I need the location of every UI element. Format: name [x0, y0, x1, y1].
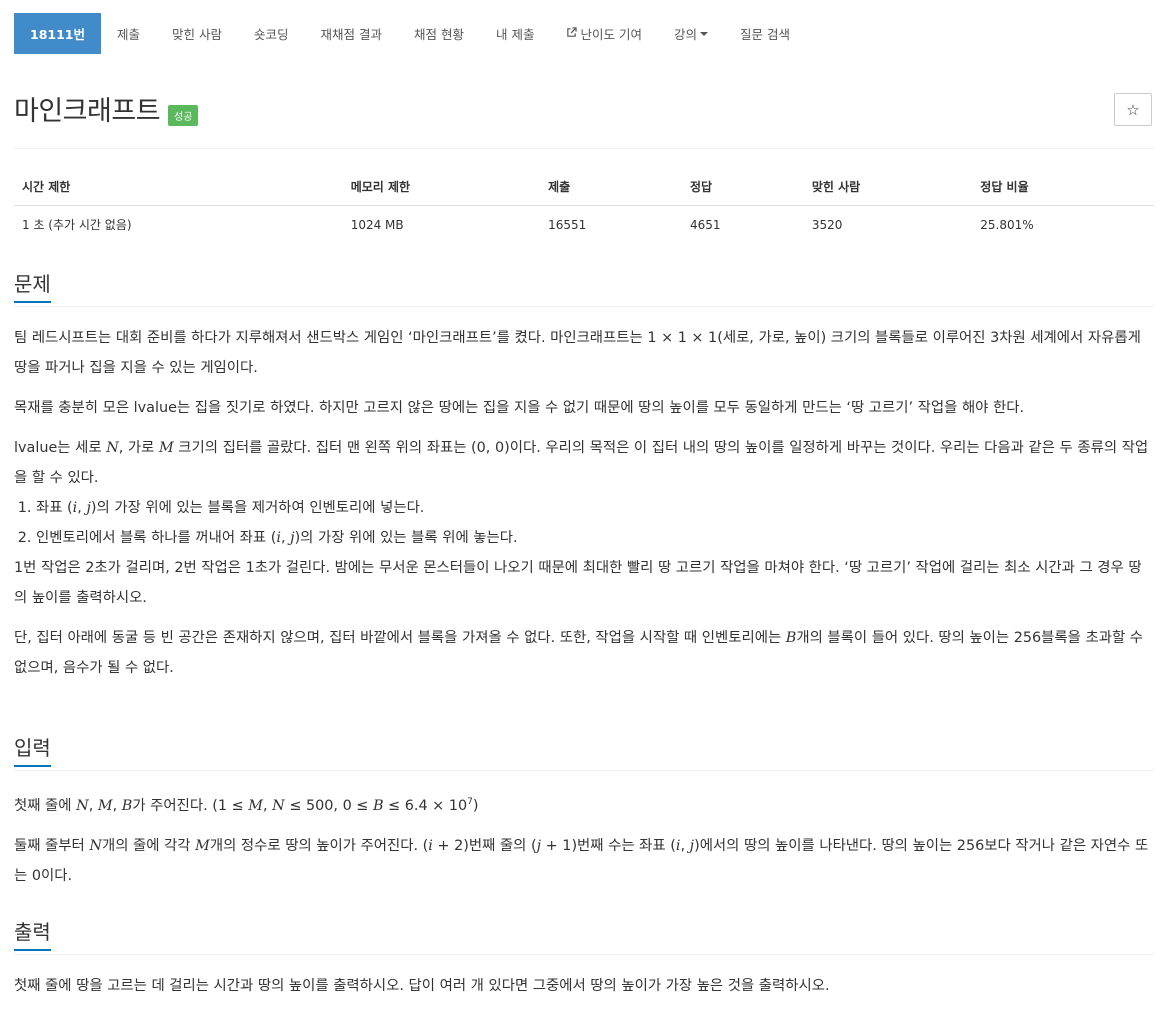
problem-title-row: 마인크래프트 성공 [14, 92, 199, 132]
header-memory-limit: 메모리 제한 [342, 172, 541, 206]
nav-tab-rejudge[interactable]: 재채점 결과 [305, 13, 398, 54]
operation-list: 좌표 (i, j)의 가장 위에 있는 블록을 제거하여 인벤토리에 넣는다. … [14, 493, 1154, 553]
problem-info-table: 시간 제한 메모리 제한 제출 정답 맞힌 사람 정답 비율 1 초 (추가 시… [14, 172, 1154, 243]
output-section: 출력 첫째 줄에 땅을 고르는 데 걸리는 시간과 땅의 높이를 출력하시오. … [14, 916, 1154, 1001]
nav-tab-status[interactable]: 채점 현황 [398, 13, 480, 54]
nav-tab-submit[interactable]: 제출 [101, 13, 156, 54]
section-heading: 출력 [14, 916, 1154, 955]
nav-label: 재채점 결과 [320, 27, 382, 42]
table-row: 1 초 (추가 시간 없음) 1024 MB 16551 4651 3520 2… [14, 206, 1154, 244]
section-title: 출력 [14, 916, 51, 951]
input-section: 입력 첫째 줄에 N, M, B가 주어진다. (1 ≤ M, N ≤ 500,… [14, 732, 1154, 891]
header-accepted: 정답 [681, 172, 804, 206]
list-item: 인벤토리에서 블록 하나를 꺼내어 좌표 (i, j)의 가장 위에 있는 블록… [36, 523, 1154, 553]
title-divider [14, 148, 1154, 149]
header-submissions: 제출 [540, 172, 682, 206]
header-accept-rate: 정답 비율 [972, 172, 1154, 206]
status-badge: 성공 [168, 104, 199, 126]
nav-label: 맞힌 사람 [172, 27, 222, 42]
value-accepted: 4651 [689, 217, 721, 232]
table-header-row: 시간 제한 메모리 제한 제출 정답 맞힌 사람 정답 비율 [14, 172, 1154, 206]
external-link-icon [566, 26, 578, 41]
nav-tab-short-coding[interactable]: 숏코딩 [238, 13, 305, 54]
caret-down-icon [699, 31, 708, 36]
nav-tab-question-search[interactable]: 질문 검색 [724, 13, 806, 54]
description-paragraph: 1번 작업은 2초가 걸리며, 2번 작업은 1초가 걸린다. 밤에는 무서운 … [14, 560, 1142, 606]
description-paragraph: 단, 집터 아래에 동굴 등 빈 공간은 존재하지 않으며, 집터 바깥에서 블… [14, 630, 1144, 676]
problem-page: 18111번 제출 맞힌 사람 숏코딩 재채점 결과 채점 현황 내 제출 난이… [0, 0, 1162, 1021]
header-solvers: 맞힌 사람 [803, 172, 973, 206]
description-paragraph: 팀 레드시프트는 대회 준비를 하다가 지루해져서 샌드박스 게임인 ‘마인크래… [14, 330, 1141, 376]
page-title: 마인크래프트 [14, 96, 161, 127]
section-heading: 문제 [14, 268, 1154, 307]
nav-tab-solvers[interactable]: 맞힌 사람 [156, 13, 238, 54]
problem-description-section: 문제 팀 레드시프트는 대회 준비를 하다가 지루해져서 샌드박스 게임인 ‘마… [14, 268, 1154, 683]
input-paragraph: 둘째 줄부터 N개의 줄에 각각 M개의 정수로 땅의 높이가 주어진다. (i… [14, 837, 1149, 884]
nav-label: 난이도 기여 [580, 27, 642, 42]
nav-tab-lecture-dropdown[interactable]: 강의 [658, 13, 724, 54]
nav-label: 숏코딩 [254, 27, 289, 42]
star-icon: ☆ [1126, 100, 1140, 119]
value-memory-limit: 1024 MB [350, 217, 404, 232]
value-solvers: 3520 [811, 217, 843, 232]
value-time-limit: 1 초 (추가 시간 없음) [22, 218, 132, 232]
nav-label: 제출 [117, 27, 141, 42]
nav-label: 내 제출 [495, 27, 535, 42]
section-title: 문제 [14, 268, 51, 303]
output-paragraph: 첫째 줄에 땅을 고르는 데 걸리는 시간과 땅의 높이를 출력하시오. 답이 … [14, 978, 830, 994]
input-paragraph: 첫째 줄에 N, M, B가 주어진다. (1 ≤ M, N ≤ 500, 0 … [14, 797, 479, 814]
list-item: 좌표 (i, j)의 가장 위에 있는 블록을 제거하여 인벤토리에 넣는다. [36, 493, 1154, 523]
nav-label: 강의 [673, 27, 697, 42]
nav-tab-problem[interactable]: 18111번 [14, 13, 101, 54]
value-submissions: 16551 [548, 217, 587, 232]
header-time-limit: 시간 제한 [14, 172, 343, 206]
nav-label: 채점 현황 [414, 27, 464, 42]
nav-tab-my-submissions[interactable]: 내 제출 [480, 13, 550, 54]
section-title: 입력 [14, 732, 51, 767]
nav-label: 18111번 [30, 27, 85, 42]
value-accept-rate: 25.801% [980, 217, 1034, 232]
nav-label: 질문 검색 [739, 27, 790, 42]
section-heading: 입력 [14, 732, 1154, 771]
problem-nav: 18111번 제출 맞힌 사람 숏코딩 재채점 결과 채점 현황 내 제출 난이… [14, 13, 806, 54]
nav-tab-difficulty[interactable]: 난이도 기여 [550, 13, 657, 54]
description-paragraph: 목재를 충분히 모은 lvalue는 집을 짓기로 하였다. 하지만 고르지 않… [14, 400, 1025, 416]
favorite-star-button[interactable]: ☆ [1114, 93, 1152, 126]
description-paragraph: lvalue는 세로 N, 가로 M 크기의 집터를 골랐다. 집터 맨 왼쪽 … [14, 440, 1149, 486]
